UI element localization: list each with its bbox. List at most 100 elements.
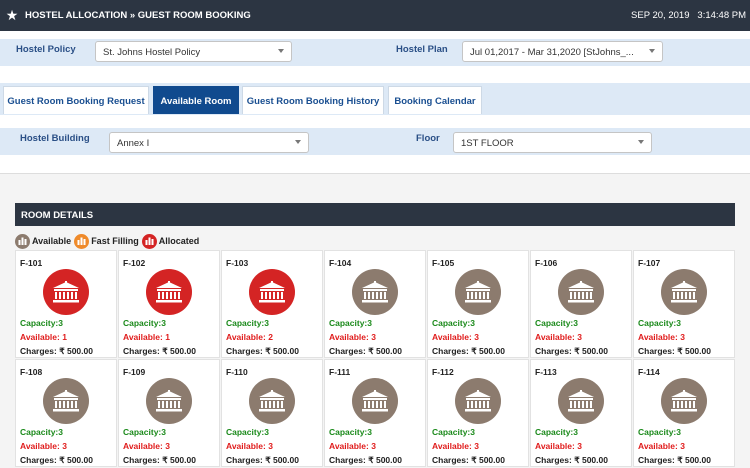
room-charges: Charges: ₹ 500.00 — [226, 346, 299, 356]
room-charges: Charges: ₹ 500.00 — [638, 455, 711, 465]
room-number: F-108 — [20, 367, 43, 377]
room-capacity: Capacity:3 — [20, 318, 63, 328]
room-capacity: Capacity:3 — [329, 427, 372, 437]
room-card[interactable]: F-106 Capacity:3 Available: 3 Charges: ₹ 50… — [530, 250, 632, 358]
room-available: Available: 1 — [123, 332, 170, 342]
allocated-icon — [141, 233, 157, 249]
room-charges: Charges: ₹ 500.00 — [123, 346, 196, 356]
legend-allocated: Allocated — [141, 233, 200, 249]
room-card[interactable]: F-107 Capacity:3 Available: 3 Charges: ₹ 50… — [633, 250, 735, 358]
room-card[interactable]: F-109 Capacity:3 Available: 3 Charges: ₹ 50… — [118, 359, 220, 467]
room-capacity: Capacity:3 — [226, 318, 269, 328]
room-capacity: Capacity:3 — [432, 318, 475, 328]
room-available: Available: 3 — [638, 441, 685, 451]
room-available: Available: 3 — [535, 332, 582, 342]
tab-booking-calendar[interactable]: Booking Calendar — [388, 86, 482, 114]
time-text: 3:14:48 PM — [697, 10, 746, 21]
tab-guest-room-booking-request[interactable]: Guest Room Booking Request — [3, 86, 149, 114]
room-available: Available: 3 — [535, 441, 582, 451]
floor-select[interactable]: 1ST FLOOR — [453, 132, 652, 153]
hostel-building-select[interactable]: Annex I — [109, 132, 309, 153]
hostel-building-value: Annex I — [117, 138, 150, 149]
chevron-down-icon — [649, 49, 655, 53]
room-number: F-107 — [638, 258, 661, 268]
room-number: F-106 — [535, 258, 558, 268]
room-charges: Charges: ₹ 500.00 — [226, 455, 299, 465]
hostel-policy-value: St. Johns Hostel Policy — [103, 47, 201, 58]
hostel-building-icon[interactable] — [455, 378, 501, 424]
hostel-building-label: Hostel Building — [20, 133, 100, 151]
room-number: F-104 — [329, 258, 352, 268]
room-number: F-110 — [226, 367, 248, 377]
room-charges: Charges: ₹ 500.00 — [20, 346, 93, 356]
room-number: F-111 — [329, 367, 351, 377]
room-charges: Charges: ₹ 500.00 — [535, 455, 608, 465]
page-title: HOSTEL ALLOCATION » GUEST ROOM BOOKING — [25, 10, 251, 21]
hostel-building-icon[interactable] — [146, 378, 192, 424]
room-charges: Charges: ₹ 500.00 — [329, 455, 402, 465]
room-card[interactable]: F-110 Capacity:3 Available: 3 Charges: ₹ 50… — [221, 359, 323, 467]
hostel-building-icon[interactable] — [558, 269, 604, 315]
room-card[interactable]: F-105 Capacity:3 Available: 3 Charges: ₹ 50… — [427, 250, 529, 358]
hostel-policy-label: Hostel Policy — [16, 42, 76, 62]
room-available: Available: 3 — [20, 441, 67, 451]
room-charges: Charges: ₹ 500.00 — [123, 455, 196, 465]
room-capacity: Capacity:3 — [20, 427, 63, 437]
room-details-header: ROOM DETAILS — [15, 203, 735, 226]
floor-label: Floor — [416, 133, 446, 151]
room-available: Available: 3 — [329, 332, 376, 342]
star-icon[interactable]: ★ — [0, 7, 24, 24]
hostel-building-icon[interactable] — [455, 269, 501, 315]
room-number: F-105 — [432, 258, 455, 268]
floor-value: 1ST FLOOR — [461, 138, 514, 149]
legend-allocated-label: Allocated — [158, 236, 200, 246]
hostel-plan-label: Hostel Plan — [396, 42, 456, 62]
room-card[interactable]: F-101 Capacity:3 Available: 1 Charges: ₹ 50… — [15, 250, 117, 358]
legend: Available Fast Filling Allocated — [15, 233, 202, 249]
room-capacity: Capacity:3 — [432, 427, 475, 437]
room-card[interactable]: F-104 Capacity:3 Available: 3 Charges: ₹ 50… — [324, 250, 426, 358]
room-available: Available: 3 — [123, 441, 170, 451]
room-available: Available: 3 — [432, 332, 479, 342]
room-number: F-103 — [226, 258, 249, 268]
tab-available-room[interactable]: Available Room — [153, 86, 239, 114]
fast-filling-icon — [74, 233, 90, 249]
room-capacity: Capacity:3 — [123, 318, 166, 328]
room-number: F-113 — [535, 367, 557, 377]
room-card[interactable]: F-111 Capacity:3 Available: 3 Charges: ₹ 50… — [324, 359, 426, 467]
room-card[interactable]: F-102 Capacity:3 Available: 1 Charges: ₹ 50… — [118, 250, 220, 358]
chevron-down-icon — [278, 49, 284, 53]
room-charges: Charges: ₹ 500.00 — [20, 455, 93, 465]
chevron-down-icon — [295, 140, 301, 144]
room-number: F-114 — [638, 367, 660, 377]
room-capacity: Capacity:3 — [638, 427, 681, 437]
room-charges: Charges: ₹ 500.00 — [638, 346, 711, 356]
room-card[interactable]: F-112 Capacity:3 Available: 3 Charges: ₹ 50… — [427, 359, 529, 467]
room-available: Available: 3 — [432, 441, 479, 451]
room-number: F-101 — [20, 258, 43, 268]
hostel-plan-value: Jul 01,2017 - Mar 31,2020 [StJohns_... — [470, 47, 634, 58]
hostel-building-icon[interactable] — [146, 269, 192, 315]
legend-available: Available — [15, 233, 71, 249]
legend-fast-filling-label: Fast Filling — [91, 236, 139, 246]
room-number: F-112 — [432, 367, 454, 377]
room-available: Available: 1 — [20, 332, 67, 342]
room-card[interactable]: F-103 Capacity:3 Available: 2 Charges: ₹ 50… — [221, 250, 323, 358]
room-card[interactable]: F-114 Capacity:3 Available: 3 Charges: ₹ 50… — [633, 359, 735, 467]
hostel-building-icon[interactable] — [249, 269, 295, 315]
hostel-building-icon[interactable] — [43, 269, 89, 315]
hostel-building-icon[interactable] — [352, 269, 398, 315]
hostel-building-icon[interactable] — [249, 378, 295, 424]
room-card[interactable]: F-108 Capacity:3 Available: 3 Charges: ₹ 50… — [15, 359, 117, 467]
hostel-building-icon[interactable] — [661, 378, 707, 424]
room-capacity: Capacity:3 — [535, 318, 578, 328]
hostel-building-icon[interactable] — [43, 378, 89, 424]
hostel-building-icon[interactable] — [352, 378, 398, 424]
hostel-policy-select[interactable]: St. Johns Hostel Policy — [95, 41, 292, 62]
hostel-building-icon[interactable] — [661, 269, 707, 315]
tab-guest-room-booking-history[interactable]: Guest Room Booking History — [242, 86, 384, 114]
hostel-plan-select[interactable]: Jul 01,2017 - Mar 31,2020 [StJohns_... — [462, 41, 663, 62]
room-card[interactable]: F-113 Capacity:3 Available: 3 Charges: ₹ 50… — [530, 359, 632, 467]
hostel-building-icon[interactable] — [558, 378, 604, 424]
room-available: Available: 3 — [329, 441, 376, 451]
